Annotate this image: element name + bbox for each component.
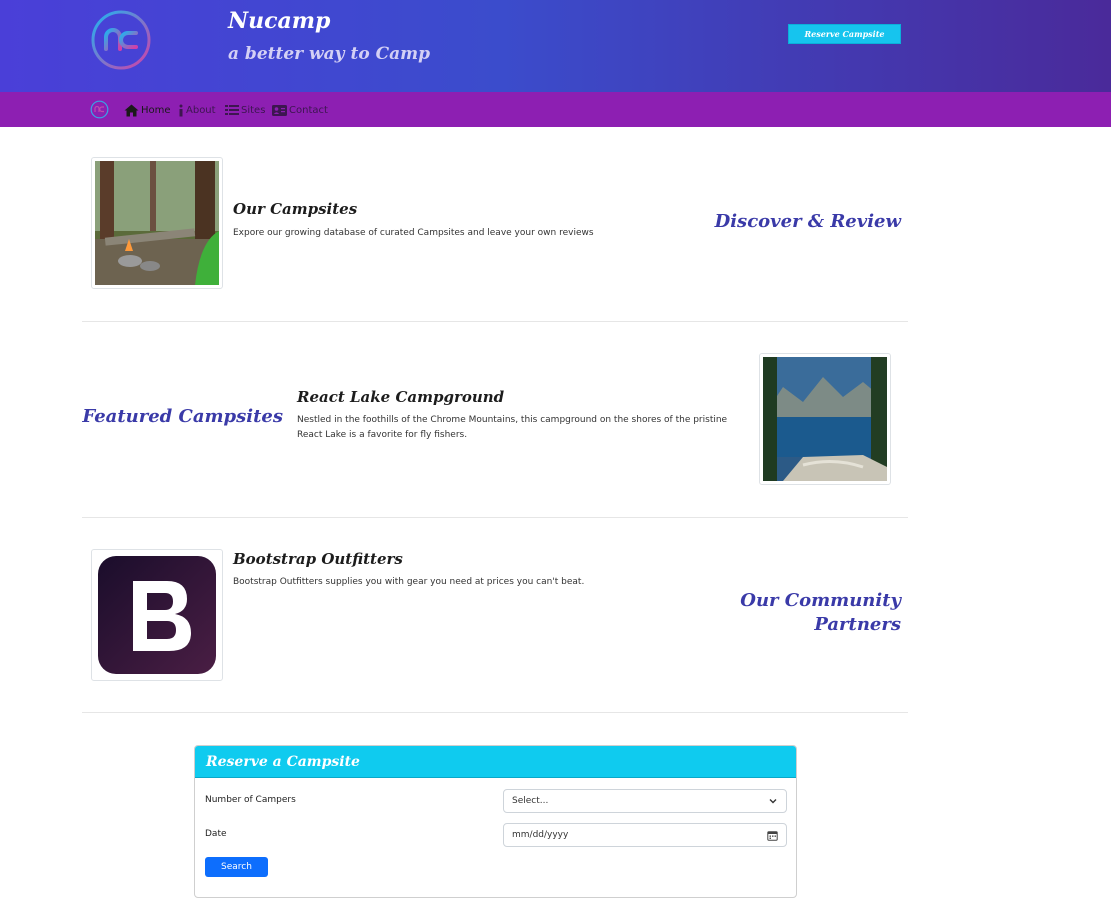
row-text-react-lake-1: Nestled in the foothills of the Chrome M…	[297, 415, 728, 425]
side-heading-partners-2: Partners	[814, 614, 901, 635]
campers-select[interactable]: Select...	[503, 789, 787, 813]
row-text-bootstrap: Bootstrap Outfitters supplies you with g…	[233, 577, 585, 587]
nav-logo-icon[interactable]	[90, 100, 109, 119]
section-divider	[82, 321, 908, 322]
bootstrap-logo-image	[91, 549, 223, 681]
row-text-react-lake-2: React Lake is a favorite for fly fishers…	[297, 430, 468, 440]
nav-item-label: Contact	[289, 104, 328, 116]
campsite-image	[91, 157, 223, 289]
reserve-campsite-card: Reserve a Campsite Number of Campers Sel…	[194, 745, 797, 898]
nav-item-label: Sites	[241, 104, 266, 116]
reserve-campsite-button[interactable]: Reserve Campsite	[788, 24, 901, 44]
card-header: Reserve a Campsite	[195, 746, 796, 778]
date-label: Date	[205, 829, 227, 839]
row-text-campsites: Expore our growing database of curated C…	[233, 228, 594, 238]
side-heading-featured: Featured Campsites	[82, 406, 283, 427]
side-heading-discover: Discover & Review	[714, 211, 901, 232]
campers-select-value: Select...	[512, 796, 549, 806]
campsite-photo	[95, 161, 219, 285]
header-jumbotron: Nucamp a better way to Camp Reserve Camp…	[0, 0, 1111, 92]
calendar-icon[interactable]	[767, 830, 778, 841]
search-button[interactable]: Search	[205, 857, 268, 877]
nav-item-label: About	[186, 104, 216, 116]
row-title-react-lake: React Lake Campground	[297, 388, 505, 406]
address-card-icon	[272, 104, 287, 116]
date-input-value: mm/dd/yyyy	[512, 830, 569, 840]
lake-photo	[763, 357, 887, 481]
nav-item-contact[interactable]: Contact	[272, 102, 328, 118]
list-icon	[225, 105, 239, 115]
date-input[interactable]: mm/dd/yyyy	[503, 823, 787, 847]
chevron-down-icon	[769, 799, 777, 804]
brand-subtitle: a better way to Camp	[228, 44, 431, 64]
nav-item-label: Home	[141, 104, 171, 116]
side-heading-partners-1: Our Community	[740, 590, 901, 611]
home-icon	[124, 104, 139, 116]
navbar: Home About Sites Contact	[0, 92, 1111, 127]
brand-title: Nucamp	[228, 8, 331, 34]
react-lake-image	[759, 353, 891, 485]
nav-item-about[interactable]: About	[178, 102, 216, 118]
nav-item-home[interactable]: Home	[124, 102, 171, 118]
bootstrap-logo-icon	[98, 556, 216, 674]
nav-item-sites[interactable]: Sites	[225, 102, 265, 118]
section-divider	[82, 712, 908, 713]
campers-label: Number of Campers	[205, 795, 296, 805]
nucamp-logo	[91, 10, 151, 70]
info-icon	[179, 104, 183, 116]
section-divider	[82, 517, 908, 518]
row-title-campsites: Our Campsites	[233, 200, 358, 218]
row-title-bootstrap: Bootstrap Outfitters	[233, 550, 403, 568]
